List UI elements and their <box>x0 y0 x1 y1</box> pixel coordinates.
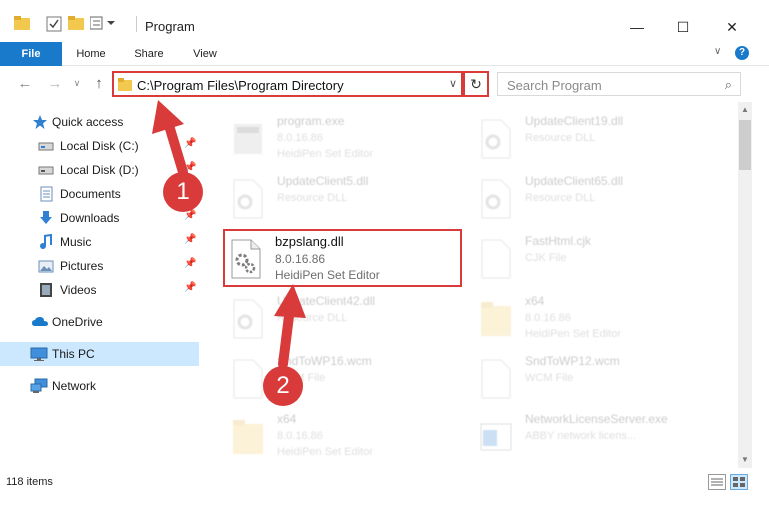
step-badge-1: 1 <box>163 172 203 212</box>
annotation-arrows <box>152 100 306 369</box>
arrow-step-2 <box>274 284 306 369</box>
arrow-step-1 <box>152 100 188 177</box>
step-badge-2: 2 <box>263 366 303 406</box>
